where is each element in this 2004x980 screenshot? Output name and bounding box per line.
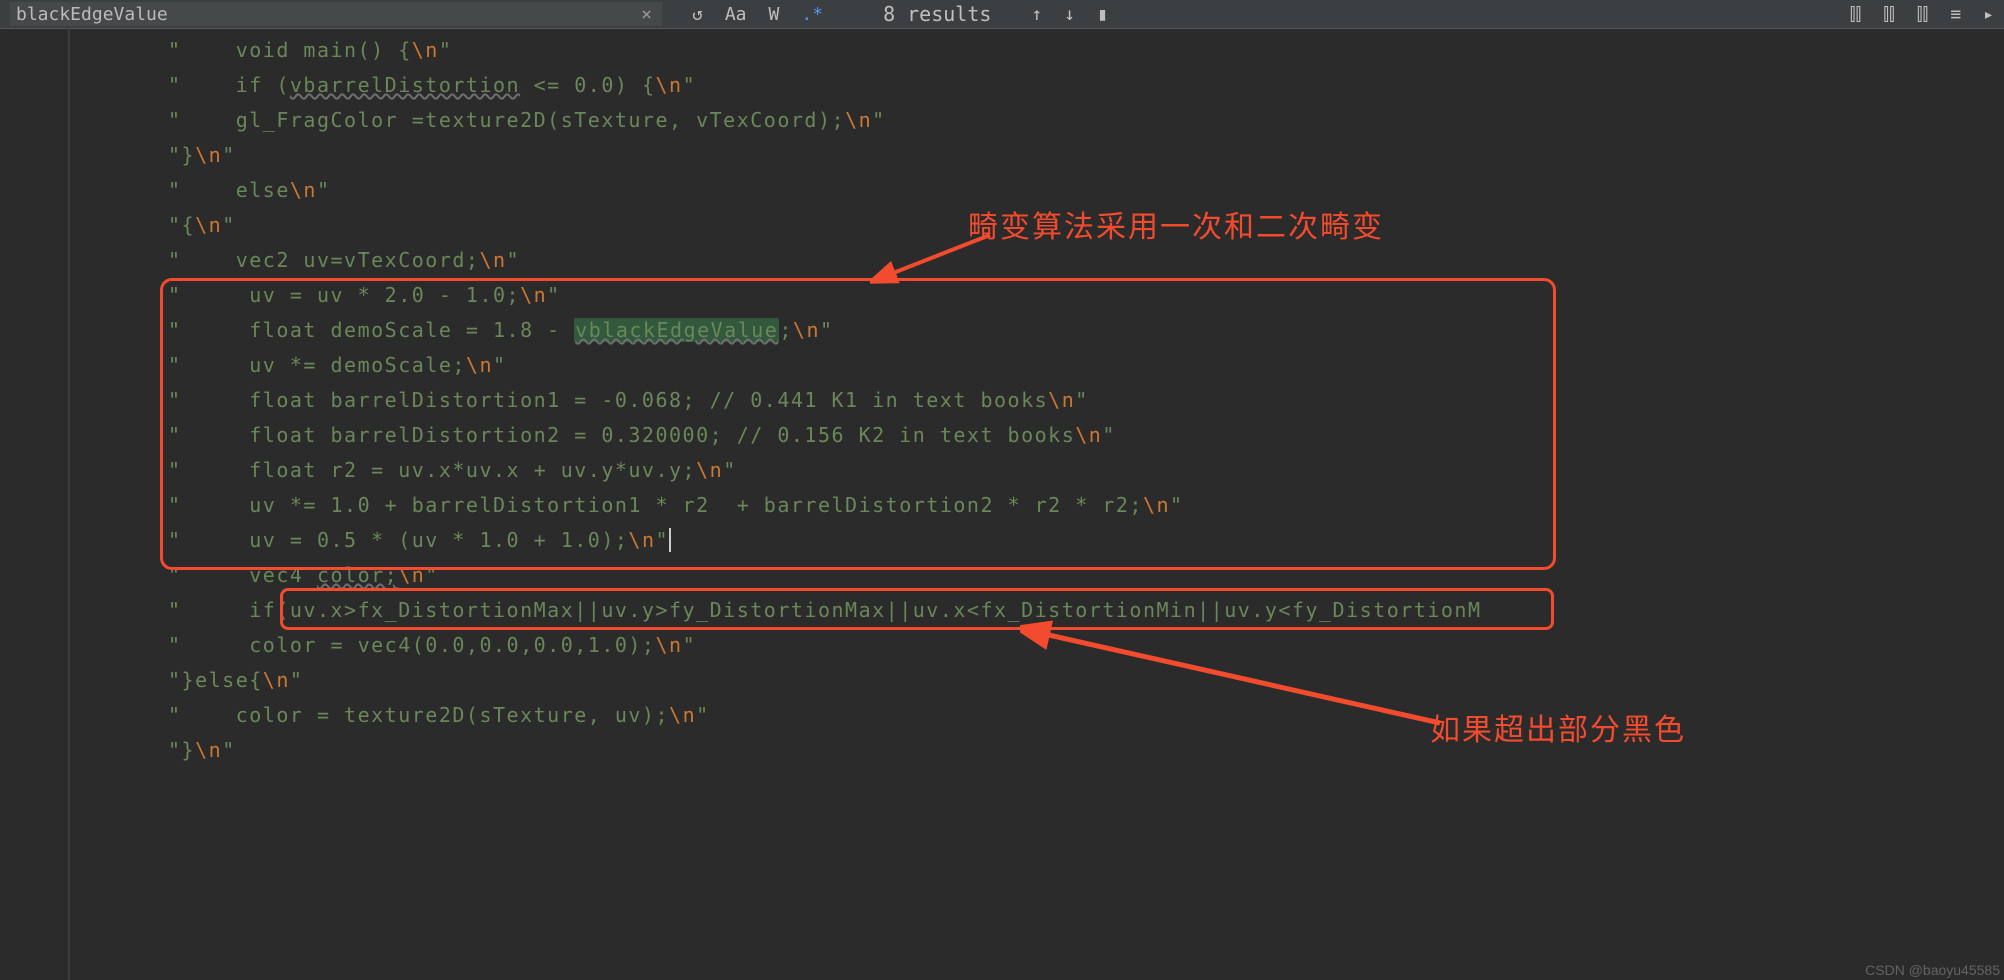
code-line: " if (vbarrelDistortion <= 0.0) {\n" xyxy=(0,68,2004,103)
results-count: 8 results xyxy=(883,2,991,26)
code-line: " if(uv.x>fx_DistortionMax||uv.y>fy_Dist… xyxy=(0,593,2004,628)
filter2-icon[interactable]: ⫿⫿ xyxy=(1883,4,1895,25)
match-case-toggle[interactable]: Aa xyxy=(725,4,747,25)
code-line: " color = texture2D(sTexture, uv);\n" xyxy=(0,698,2004,733)
code-line: " uv = 0.5 * (uv * 1.0 + 1.0);\n" xyxy=(0,523,2004,558)
code-line: " vec4 color;\n" xyxy=(0,558,2004,593)
code-line: " uv *= 1.0 + barrelDistortion1 * r2 + b… xyxy=(0,488,2004,523)
find-bar: blackEdgeValue × ↺ Aa W .* 8 results ↑ ↓… xyxy=(0,0,2004,29)
code-line: " gl_FragColor =texture2D(sTexture, vTex… xyxy=(0,103,2004,138)
code-line: " uv = uv * 2.0 - 1.0;\n" xyxy=(0,278,2004,313)
code-line: "}else{\n" xyxy=(0,663,2004,698)
prev-match-icon[interactable]: ↑ xyxy=(1031,4,1042,25)
code-line: " void main() {\n" xyxy=(0,33,2004,68)
pin-icon[interactable]: ▸ xyxy=(1983,4,1994,25)
code-line: " uv *= demoScale;\n" xyxy=(0,348,2004,383)
find-input[interactable]: blackEdgeValue xyxy=(16,4,637,25)
annotation-label-2: 如果超出部分黑色 xyxy=(1430,705,1686,749)
code-line: " float barrelDistortion2 = 0.320000; //… xyxy=(0,418,2004,453)
find-extra: ⫿⫿ ⫿⫿ ⫿⫿ ≡ ▸ xyxy=(1850,4,1994,25)
find-nav: ↑ ↓ ▮ xyxy=(1031,4,1108,25)
code-line: "}\n" xyxy=(0,733,2004,768)
annotation-label-1: 畸变算法采用一次和二次畸变 xyxy=(968,202,1384,246)
words-toggle[interactable]: W xyxy=(769,4,780,25)
history-icon[interactable]: ↺ xyxy=(692,4,703,25)
next-match-icon[interactable]: ↓ xyxy=(1064,4,1075,25)
watermark: CSDN @baoyu45585 xyxy=(1865,962,2000,978)
code-line: " color = vec4(0.0,0.0,0.0,1.0);\n" xyxy=(0,628,2004,663)
filter1-icon[interactable]: ⫿⫿ xyxy=(1850,4,1862,25)
select-all-icon[interactable]: ▮ xyxy=(1097,4,1108,25)
code-line: " vec2 uv=vTexCoord;\n" xyxy=(0,243,2004,278)
regex-toggle[interactable]: .* xyxy=(801,4,823,25)
code-line: " float barrelDistortion1 = -0.068; // 0… xyxy=(0,383,2004,418)
code-line: " float demoScale = 1.8 - vblackEdgeValu… xyxy=(0,313,2004,348)
close-icon[interactable]: × xyxy=(637,4,656,25)
find-input-wrap[interactable]: blackEdgeValue × xyxy=(10,2,662,26)
code-line: " float r2 = uv.x*uv.x + uv.y*uv.y;\n" xyxy=(0,453,2004,488)
text-cursor xyxy=(669,528,671,552)
code-editor[interactable]: " void main() {\n" " if (vbarrelDistorti… xyxy=(0,29,2004,768)
find-options: ↺ Aa W .* xyxy=(692,4,823,25)
more-icon[interactable]: ≡ xyxy=(1950,4,1961,25)
code-line: "}\n" xyxy=(0,138,2004,173)
filter3-icon[interactable]: ⫿⫿ xyxy=(1917,4,1929,25)
